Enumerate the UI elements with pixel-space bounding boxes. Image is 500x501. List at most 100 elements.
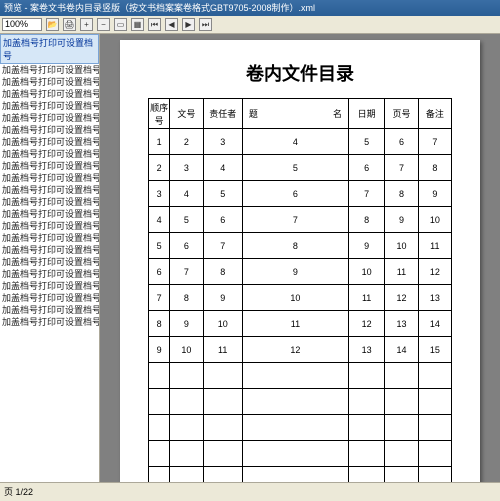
sidebar-item[interactable]: 加盖档号打印可设置档号1 bbox=[0, 208, 99, 220]
cell-tm: 5 bbox=[242, 155, 348, 181]
col-tm: 题名 bbox=[242, 99, 348, 129]
cell-xh: 1 bbox=[149, 129, 170, 155]
cell-tm: 8 bbox=[242, 233, 348, 259]
cell-wh bbox=[170, 363, 203, 389]
cell-yh: 6 bbox=[385, 129, 418, 155]
table-row: 78910111213 bbox=[149, 285, 452, 311]
cell-wh bbox=[170, 389, 203, 415]
cell-bz: 14 bbox=[418, 311, 451, 337]
sidebar-item[interactable]: 加盖档号打印可设置档号7 bbox=[0, 136, 99, 148]
cell-zrz: 8 bbox=[203, 259, 242, 285]
col-yh: 页号 bbox=[385, 99, 418, 129]
sidebar-item[interactable]: 加盖档号打印可设置档号3 bbox=[0, 88, 99, 100]
cell-xh bbox=[149, 467, 170, 483]
sidebar-item[interactable]: 加盖档号打印可设置档号8 bbox=[0, 148, 99, 160]
cell-zrz bbox=[203, 415, 242, 441]
cell-rq: 10 bbox=[348, 259, 384, 285]
cell-tm: 4 bbox=[242, 129, 348, 155]
sidebar-item[interactable]: 加盖档号打印可设置档号9 bbox=[0, 160, 99, 172]
zoom-out-icon[interactable]: − bbox=[97, 18, 110, 31]
cell-yh bbox=[385, 467, 418, 483]
sidebar-item[interactable]: 加盖档号打印可设置档号1 bbox=[0, 280, 99, 292]
cell-rq: 7 bbox=[348, 181, 384, 207]
cell-yh: 11 bbox=[385, 259, 418, 285]
cell-rq bbox=[348, 467, 384, 483]
cell-wh: 7 bbox=[170, 259, 203, 285]
table-row: 567891011 bbox=[149, 233, 452, 259]
table-row: 3456789 bbox=[149, 181, 452, 207]
cell-rq: 5 bbox=[348, 129, 384, 155]
cell-wh: 8 bbox=[170, 285, 203, 311]
table-row bbox=[149, 363, 452, 389]
sidebar-item[interactable]: 加盖档号打印可设置档号1 bbox=[0, 256, 99, 268]
cell-rq: 13 bbox=[348, 337, 384, 363]
cell-yh: 7 bbox=[385, 155, 418, 181]
cell-tm: 9 bbox=[242, 259, 348, 285]
status-bar: 页 1/22 bbox=[0, 482, 500, 500]
cell-zrz: 9 bbox=[203, 285, 242, 311]
cell-yh bbox=[385, 389, 418, 415]
cell-zrz: 10 bbox=[203, 311, 242, 337]
table-body: 1234567234567834567894567891056789101167… bbox=[149, 129, 452, 483]
cell-tm bbox=[242, 389, 348, 415]
sidebar-item[interactable]: 加盖档号打印可设置档号1 bbox=[0, 196, 99, 208]
sidebar-item[interactable]: 加盖档号打印可设置档号1 bbox=[0, 232, 99, 244]
open-icon[interactable]: 📂 bbox=[46, 18, 59, 31]
cell-wh: 4 bbox=[170, 181, 203, 207]
prev-page-icon[interactable]: ◀ bbox=[165, 18, 178, 31]
cell-zrz: 3 bbox=[203, 129, 242, 155]
cell-bz: 8 bbox=[418, 155, 451, 181]
cell-bz bbox=[418, 415, 451, 441]
cell-xh bbox=[149, 441, 170, 467]
preview-canvas[interactable]: 卷内文件目录 顺序号 文号 责任者 题名 日期 页号 备注 1234567234… bbox=[100, 34, 500, 482]
sidebar-item[interactable]: 加盖档号打印可设置档号2 bbox=[0, 76, 99, 88]
print-icon[interactable]: 🖨 bbox=[63, 18, 76, 31]
cell-tm bbox=[242, 467, 348, 483]
cell-yh: 14 bbox=[385, 337, 418, 363]
cell-wh: 2 bbox=[170, 129, 203, 155]
table-row: 6789101112 bbox=[149, 259, 452, 285]
cell-rq: 11 bbox=[348, 285, 384, 311]
table-row bbox=[149, 415, 452, 441]
cell-wh: 6 bbox=[170, 233, 203, 259]
sidebar-item[interactable]: 加盖档号打印可设置档号1 bbox=[0, 220, 99, 232]
zoom-in-icon[interactable]: + bbox=[80, 18, 93, 31]
first-page-icon[interactable]: ⏮ bbox=[148, 18, 161, 31]
sidebar-item[interactable]: 加盖档号打印可设置档号1 bbox=[0, 184, 99, 196]
sidebar-item[interactable]: 加盖档号打印可设置档号1 bbox=[0, 244, 99, 256]
cell-xh: 7 bbox=[149, 285, 170, 311]
sidebar-item[interactable]: 加盖档号打印可设置档号6 bbox=[0, 124, 99, 136]
sidebar-item[interactable]: 加盖档号打印可设置档号5 bbox=[0, 112, 99, 124]
cell-bz: 15 bbox=[418, 337, 451, 363]
cell-tm: 7 bbox=[242, 207, 348, 233]
fit-icon[interactable]: ▭ bbox=[114, 18, 127, 31]
window-titlebar: 预览 - 案卷文书卷内目录竖版（按文书档案案卷格式GBT9705-2008制作）… bbox=[0, 0, 500, 16]
sidebar-item[interactable]: 加盖档号打印可设置档号1 bbox=[0, 268, 99, 280]
sidebar-item[interactable]: 加盖档号打印可设置档号2 bbox=[0, 292, 99, 304]
table-row bbox=[149, 467, 452, 483]
sidebar-item[interactable]: 加盖档号打印可设置档号2 bbox=[0, 304, 99, 316]
cell-bz: 13 bbox=[418, 285, 451, 311]
sidebar-item[interactable]: 加盖档号打印可设置档号4 bbox=[0, 100, 99, 112]
cell-zrz: 5 bbox=[203, 181, 242, 207]
sidebar-item[interactable]: 加盖档号打印可设置档号1 bbox=[0, 172, 99, 184]
zoom-input[interactable]: 100% bbox=[2, 18, 42, 31]
page-icon[interactable]: ▦ bbox=[131, 18, 144, 31]
table-row: 9101112131415 bbox=[149, 337, 452, 363]
table-row bbox=[149, 389, 452, 415]
cell-zrz: 6 bbox=[203, 207, 242, 233]
document-page: 卷内文件目录 顺序号 文号 责任者 题名 日期 页号 备注 1234567234… bbox=[120, 40, 480, 482]
cell-rq bbox=[348, 415, 384, 441]
cell-bz bbox=[418, 467, 451, 483]
col-wh: 文号 bbox=[170, 99, 203, 129]
next-page-icon[interactable]: ▶ bbox=[182, 18, 195, 31]
cell-rq: 9 bbox=[348, 233, 384, 259]
sidebar-item[interactable]: 加盖档号打印可设置档号2 bbox=[0, 316, 99, 328]
last-page-icon[interactable]: ⏭ bbox=[199, 18, 212, 31]
cell-wh: 9 bbox=[170, 311, 203, 337]
document-title: 卷内文件目录 bbox=[148, 60, 452, 86]
sidebar-item[interactable]: 加盖档号打印可设置档号1 bbox=[0, 64, 99, 76]
sidebar-head[interactable]: 加盖档号打印可设置档号 bbox=[0, 34, 99, 64]
cell-xh: 4 bbox=[149, 207, 170, 233]
cell-tm: 12 bbox=[242, 337, 348, 363]
